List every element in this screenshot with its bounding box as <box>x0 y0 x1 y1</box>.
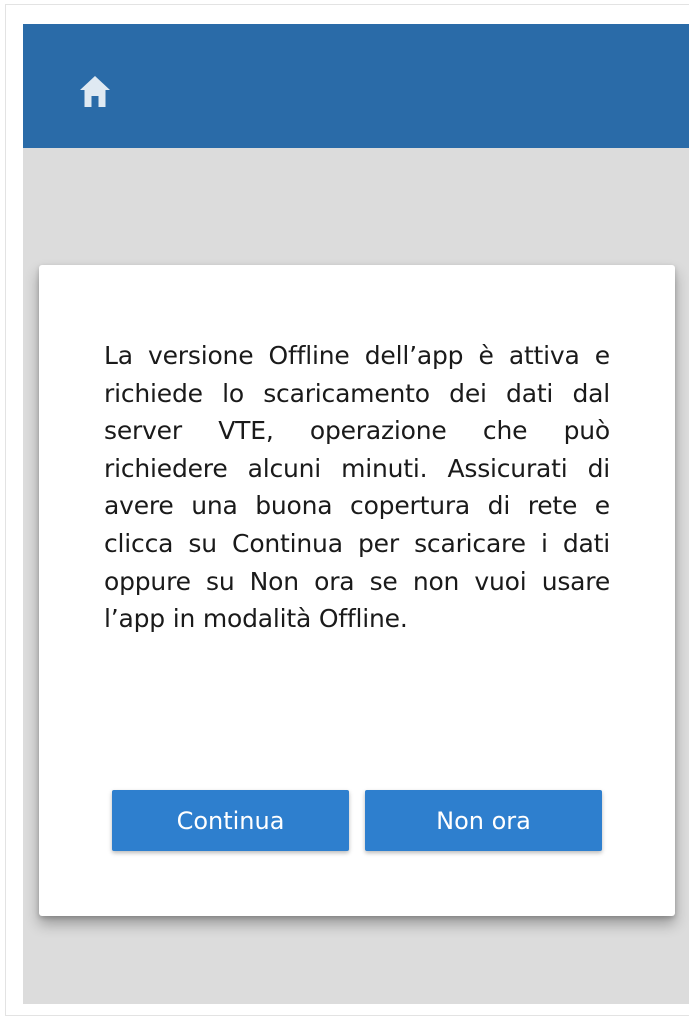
app-screen: La versione Offline dell’app è attiva e … <box>23 24 689 1004</box>
dialog-message: La versione Offline dell’app è attiva e … <box>104 341 610 634</box>
home-button[interactable] <box>79 74 111 110</box>
offline-mode-dialog: La versione Offline dell’app è attiva e … <box>39 265 675 916</box>
home-icon <box>80 76 110 107</box>
not-now-button[interactable]: Non ora <box>365 790 602 851</box>
continue-button[interactable]: Continua <box>112 790 349 851</box>
top-app-bar <box>23 24 689 148</box>
